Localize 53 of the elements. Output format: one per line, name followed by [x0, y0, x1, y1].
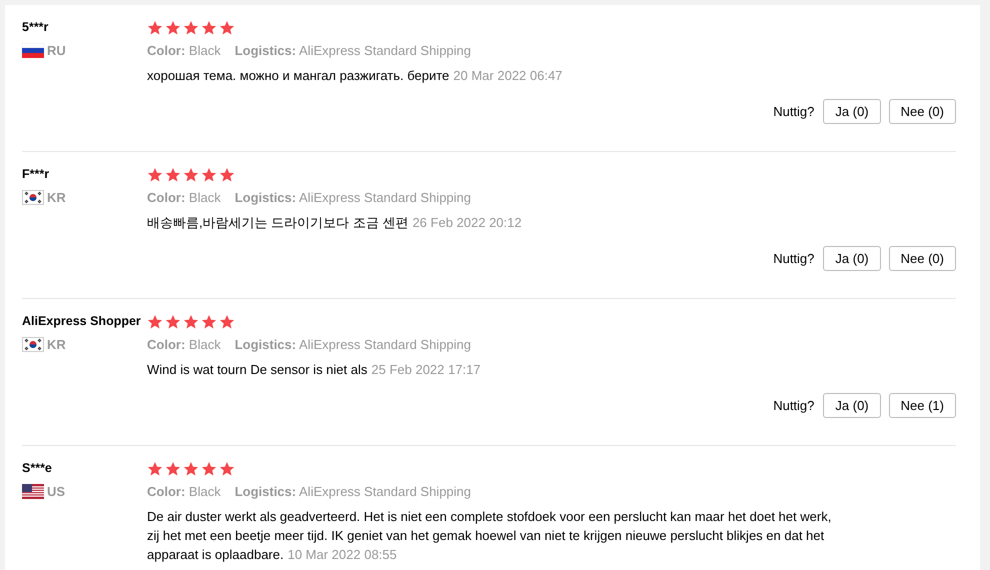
star-icon — [147, 20, 163, 36]
review-text: Wind is wat tourn De sensor is niet als 25 Feb 2022 17:17 — [147, 361, 482, 379]
star-icon — [165, 460, 181, 476]
color-info: Color: Black — [147, 337, 221, 352]
color-info: Color: Black — [147, 190, 221, 205]
star-icon — [219, 166, 235, 182]
star-icon — [201, 166, 217, 182]
star-icon — [183, 314, 199, 330]
reviewer-name: 5***r — [22, 20, 48, 34]
star-icon — [201, 314, 217, 330]
helpful-label: Nuttig? — [773, 251, 814, 266]
review-text: 배송빠름,바람세기는 드라이기보다 조금 센편 26 Feb 2022 20:12 — [147, 214, 523, 232]
star-icon — [219, 314, 235, 330]
no-button[interactable]: Nee (0) — [888, 246, 956, 271]
country-code: US — [47, 484, 66, 499]
logistics-info: Logistics: AliExpress Standard Shipping — [234, 43, 472, 58]
yes-button[interactable]: Ja (0) — [823, 99, 881, 124]
star-icon — [201, 460, 217, 476]
star-icon — [147, 460, 163, 476]
flag-icon — [22, 337, 44, 352]
color-info: Color: Black — [147, 43, 221, 58]
reviewer-name: S***e — [22, 461, 52, 475]
star-icon — [183, 460, 199, 476]
star-icon — [147, 166, 163, 182]
star-icon — [183, 20, 199, 36]
flag-icon — [22, 484, 44, 499]
logistics-info: Logistics: AliExpress Standard Shipping — [234, 337, 472, 352]
star-icon — [219, 460, 235, 476]
country-code: KR — [47, 337, 66, 352]
star-icon — [165, 314, 181, 330]
country-code: KR — [47, 190, 66, 205]
helpful-label: Nuttig? — [773, 104, 814, 119]
yes-button[interactable]: Ja (0) — [823, 393, 881, 418]
no-button[interactable]: Nee (0) — [888, 99, 956, 124]
review-text: De air duster werkt als geadverteerd. Het is niet een complete stofdoek voor een perslucht kan maar het doet het werk, zij het met een beetje meer tijd. IK geniet van het gemak hoewel van niet te krijgen nieuwe perslucht blikjes en dat het apparaat is oplaadbare. 10 Mar 2022 08:55 — [147, 508, 832, 564]
logistics-info: Logistics: AliExpress Standard Shipping — [234, 190, 472, 205]
star-icon — [219, 20, 235, 36]
star-icon — [165, 20, 181, 36]
country-code: RU — [47, 43, 66, 58]
no-button[interactable]: Nee (1) — [888, 393, 956, 418]
flag-icon — [22, 43, 44, 58]
reviewer-name: AliExpress Shopper — [22, 314, 141, 328]
color-info: Color: Black — [147, 484, 221, 499]
review-text: хорошая тема. можно и мангал разжигать. берите 20 Mar 2022 06:47 — [147, 67, 564, 85]
star-icon — [165, 166, 181, 182]
star-icon — [183, 166, 199, 182]
helpful-label: Nuttig? — [773, 398, 814, 413]
star-icon — [147, 314, 163, 330]
yes-button[interactable]: Ja (0) — [823, 246, 881, 271]
flag-icon — [22, 190, 44, 205]
logistics-info: Logistics: AliExpress Standard Shipping — [234, 484, 472, 499]
star-icon — [201, 20, 217, 36]
reviewer-name: F***r — [22, 167, 50, 181]
